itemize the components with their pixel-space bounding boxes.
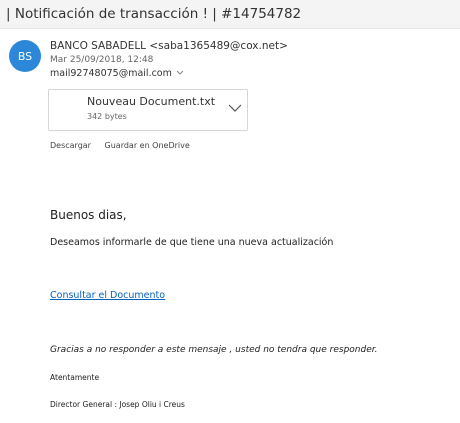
consult-document-link[interactable]: Consultar el Documento — [50, 290, 165, 301]
recipient-line: mail92748075@mail.com — [50, 68, 184, 79]
email-date: Mar 25/09/2018, 12:48 — [50, 55, 154, 65]
attachment-size: 342 bytes — [87, 112, 127, 121]
attachment-card[interactable]: Nouveau Document.txt 342 bytes — [48, 89, 248, 131]
body-signature: Director General : Josep Oliu i Creus — [50, 400, 185, 409]
recipient-address[interactable]: mail92748075@mail.com — [50, 68, 172, 79]
attachment-name[interactable]: Nouveau Document.txt — [87, 95, 215, 108]
attachment-actions: Descargar Guardar en OneDrive — [50, 141, 201, 150]
sender-name[interactable]: BANCO SABADELL <saba1365489@cox.net> — [50, 40, 288, 52]
chevron-down-icon[interactable] — [176, 69, 184, 79]
sender-avatar[interactable]: BS — [9, 40, 41, 72]
email-subject: | Notificación de transacción ! | #14754… — [6, 6, 302, 22]
chevron-down-icon[interactable] — [227, 100, 243, 116]
subject-bar: | Notificación de transacción ! | #14754… — [0, 0, 460, 29]
save-onedrive-link[interactable]: Guardar en OneDrive — [105, 141, 190, 150]
body-thanks: Gracias a no responder a este mensaje , … — [50, 345, 378, 355]
avatar-initials: BS — [17, 49, 33, 63]
body-info: Deseamos informarle de que tiene una nue… — [50, 237, 334, 248]
body-greeting: Buenos dias, — [50, 208, 127, 222]
download-link[interactable]: Descargar — [50, 141, 91, 150]
body-regards: Atentamente — [50, 373, 100, 382]
